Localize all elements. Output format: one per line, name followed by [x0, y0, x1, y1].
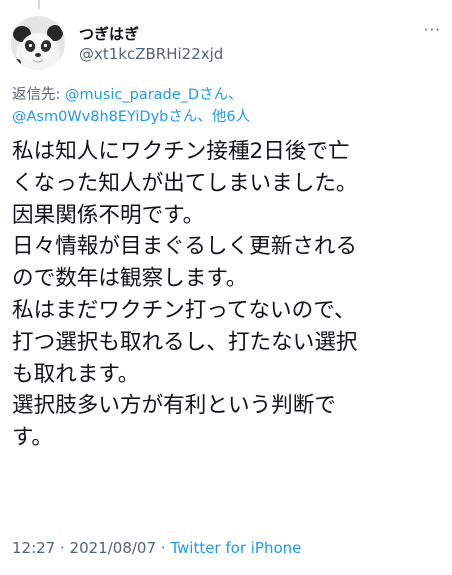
mention-suffix-1: さん、 [199, 87, 243, 103]
tweet-text: 私は知人にワクチン接種2日後で亡 くなった知人が出てしまいました。 因果関係不明… [12, 136, 444, 454]
meta-separator: · [156, 539, 171, 557]
panda-avatar-icon [11, 16, 65, 70]
tweet-line: す。 [12, 425, 54, 451]
mention-music-parade-d[interactable]: @music_parade_D [65, 87, 199, 103]
thread-connector-line [38, 0, 40, 9]
tweet-line: 日々情報が目まぐるしく更新される [12, 234, 358, 260]
meta-separator: · [55, 539, 70, 557]
mention-asm0wv8h8eyidyb[interactable]: @Asm0Wv8h8EYiDyb [12, 109, 168, 125]
tweet-line: 私はまだワクチン打ってないので、 [12, 297, 356, 323]
tweet-line: ので数年は観察します。 [12, 266, 248, 292]
other-mentions-link[interactable]: 他6人 [212, 109, 250, 125]
avatar[interactable] [11, 16, 65, 70]
tweet-line: も取れます。 [12, 361, 140, 387]
tweet-time[interactable]: 12:27 [12, 539, 55, 557]
tweet-source-link[interactable]: Twitter for iPhone [170, 539, 301, 557]
tweet-line: くなった知人が出てしまいました。 [12, 170, 358, 196]
tweet-date[interactable]: 2021/08/07 [70, 539, 156, 557]
tweet-line: 選択肢多い方が有利という判断で [12, 393, 336, 419]
tweet-line: 因果関係不明です。 [12, 202, 205, 228]
replying-to: 返信先: @music_parade_Dさん、 @Asm0Wv8h8EYiDybさ… [12, 84, 442, 128]
mention-suffix-2: さん、 [168, 109, 212, 125]
tweet-line: 打つ選択も取れるし、打たない選択 [12, 329, 358, 355]
user-handle[interactable]: @xt1kcZBRHi22xjd [79, 45, 223, 63]
display-name[interactable]: つぎはぎ [79, 25, 139, 43]
tweet-metadata: 12:27 · 2021/08/07 · Twitter for iPhone [12, 538, 301, 558]
more-options-icon[interactable]: ··· [424, 22, 441, 38]
replying-to-prefix: 返信先: [12, 87, 65, 103]
tweet-line: 私は知人にワクチン接種2日後で亡 [12, 139, 350, 164]
